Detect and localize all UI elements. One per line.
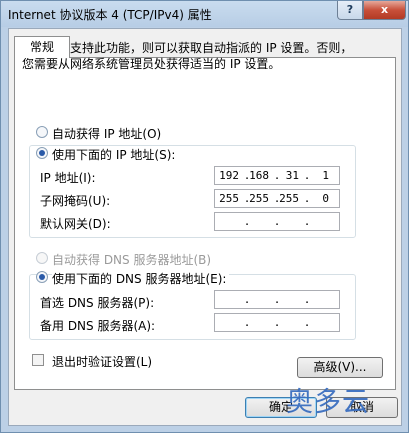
preferred-dns-label: 首选 DNS 服务器(P): xyxy=(40,296,155,310)
close-button[interactable]: x xyxy=(363,1,406,20)
title-bar[interactable]: Internet 协议版本 4 (TCP/IPv4) 属性 ? x xyxy=(1,1,408,27)
manual-dns-radio[interactable] xyxy=(36,271,48,283)
mask-octet-1: 255 xyxy=(219,192,239,205)
description-text: 如果网络支持此功能，则可以获取自动指派的 IP 设置。否则， 您需要从网络系统管… xyxy=(22,40,352,72)
alternate-dns-input[interactable]: . . . xyxy=(214,313,340,332)
preferred-dns-input[interactable]: . . . xyxy=(214,290,340,309)
mask-octet-2: 255 xyxy=(249,192,269,205)
ip-dot: . xyxy=(303,293,311,306)
manual-ip-label: 使用下面的 IP 地址(S): xyxy=(52,146,179,163)
auto-dns-label: 自动获得 DNS 服务器地址(B) xyxy=(52,253,212,267)
default-gateway-label: 默认网关(D): xyxy=(40,217,111,231)
default-gateway-input[interactable]: . . . xyxy=(214,212,340,231)
ip-dot: . xyxy=(273,215,281,228)
description-line-1: 如果网络支持此功能，则可以获取自动指派的 IP 设置。否则， xyxy=(22,41,353,55)
manual-dns-label: 使用下面的 DNS 服务器地址(E): xyxy=(52,270,230,287)
ip-dot: . xyxy=(303,215,311,228)
auto-ip-radio[interactable] xyxy=(36,126,48,138)
ip-dot: . xyxy=(273,293,281,306)
ip-octet-3: 31 xyxy=(285,169,299,182)
ip-address-input[interactable]: 192 . 168 . 31 . 1 xyxy=(214,166,340,185)
help-button[interactable]: ? xyxy=(337,1,363,20)
mask-octet-4: 0 xyxy=(322,192,329,205)
subnet-mask-label: 子网掩码(U): xyxy=(40,194,111,208)
validate-on-exit-checkbox[interactable] xyxy=(32,354,44,366)
ip-dot: . xyxy=(303,316,311,329)
advanced-button[interactable]: 高级(V)... xyxy=(297,357,383,378)
ip-dot: . xyxy=(243,316,251,329)
description-line-2: 您需要从网络系统管理员处获得适当的 IP 设置。 xyxy=(22,57,281,71)
ip-dot: . xyxy=(273,316,281,329)
tab-general[interactable]: 常规 xyxy=(14,36,70,58)
mask-octet-3: 255 xyxy=(279,192,299,205)
ip-dot: . xyxy=(243,215,251,228)
ip-octet-4: 1 xyxy=(322,169,329,182)
auto-dns-radio[interactable] xyxy=(36,252,48,264)
subnet-mask-input[interactable]: 255 . 255 . 255 . 0 xyxy=(214,189,340,208)
watermark-logo: 奥多云 xyxy=(286,387,370,418)
ip-octet-2: 168 xyxy=(249,169,269,182)
ip-octet-1: 192 xyxy=(219,169,239,182)
ip-address-label: IP 地址(I): xyxy=(40,171,96,185)
ip-dot: . xyxy=(243,293,251,306)
validate-on-exit-label: 退出时验证设置(L) xyxy=(52,355,153,369)
window-title: Internet 协议版本 4 (TCP/IPv4) 属性 xyxy=(8,8,212,22)
auto-ip-label: 自动获得 IP 地址(O) xyxy=(52,127,162,141)
alternate-dns-label: 备用 DNS 服务器(A): xyxy=(40,319,156,333)
manual-ip-radio[interactable] xyxy=(36,147,48,159)
